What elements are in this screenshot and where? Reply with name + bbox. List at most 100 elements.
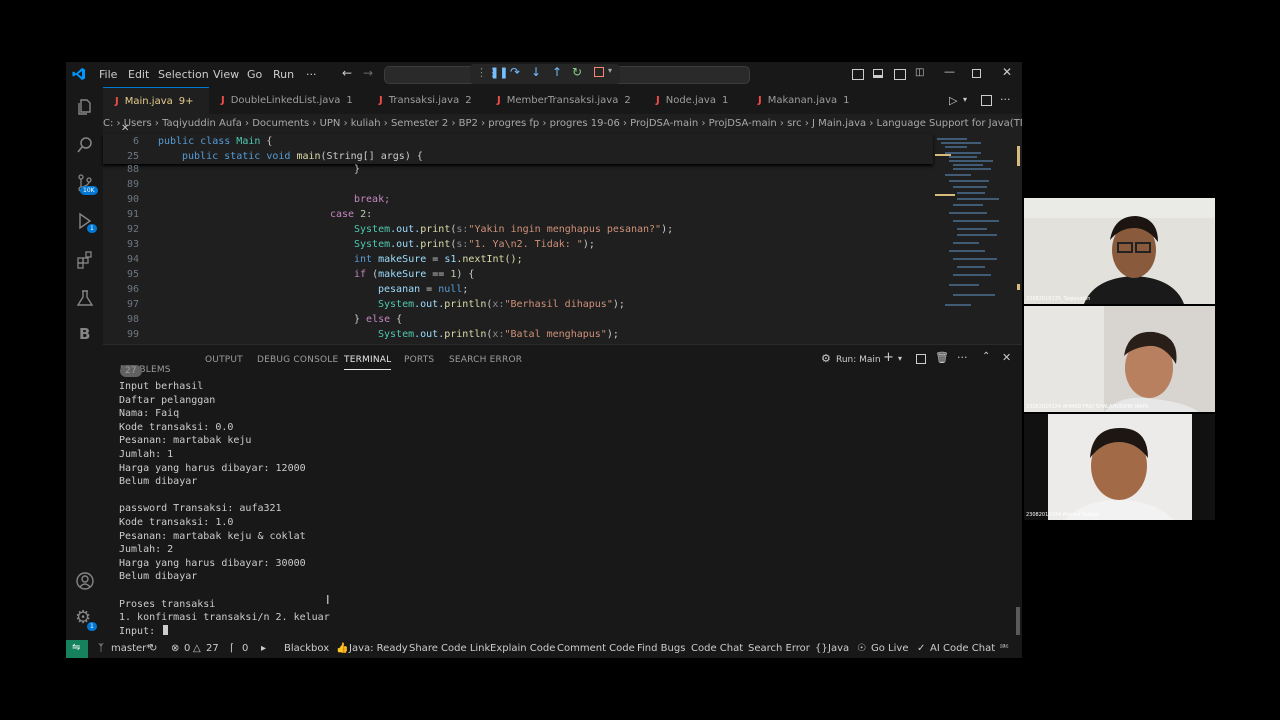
line-number: 98 xyxy=(126,314,139,325)
status-find-bugs[interactable]: Find Bugs xyxy=(637,643,685,654)
split-editor-icon[interactable] xyxy=(981,95,992,106)
testing-flask-icon[interactable] xyxy=(75,288,95,308)
line-number: 90 xyxy=(126,194,139,205)
run-gear-icon[interactable]: ⚙ xyxy=(821,352,831,365)
menu-selection[interactable]: Selection xyxy=(158,68,209,81)
back-arrow-icon[interactable]: ← xyxy=(342,66,352,80)
java-file-icon: J xyxy=(758,95,762,106)
error-count[interactable]: 0 xyxy=(184,643,190,654)
terminal-line: Proses transaksi xyxy=(119,598,216,610)
blackbox-icon[interactable]: B xyxy=(79,325,90,343)
terminal-line: Kode transaksi: 0.0 xyxy=(119,421,234,433)
remote-indicator[interactable]: ⇋ xyxy=(66,640,88,658)
code-line: public class Main { xyxy=(158,136,273,147)
restart-icon[interactable]: ↻ xyxy=(572,65,582,79)
menu-file[interactable]: File xyxy=(99,68,117,81)
branch-status[interactable]: master* xyxy=(111,643,151,654)
terminal-run-label[interactable]: Run: Main xyxy=(836,355,881,365)
menu-go[interactable]: Go xyxy=(247,68,262,81)
breadcrumb[interactable]: C: › Users › Taqiyuddin Aufa › Documents… xyxy=(103,118,1022,129)
close-window-icon[interactable]: ✕ xyxy=(1002,65,1012,79)
tab-node-java[interactable]: J Node.java 1 xyxy=(656,87,728,114)
search-icon[interactable] xyxy=(75,135,95,155)
code-line: System.out.print(s:"Yakin ingin menghapu… xyxy=(354,224,674,235)
explorer-icon[interactable] xyxy=(75,97,95,117)
errors-icon: ⊗ xyxy=(171,643,180,654)
tab-membertransaksi-java[interactable]: J MemberTransaksi.java 2 xyxy=(497,87,631,114)
warning-count[interactable]: 27 xyxy=(206,643,219,654)
step-into-icon[interactable]: ↓ xyxy=(531,65,541,79)
extensions-icon[interactable] xyxy=(75,250,95,270)
menu-more[interactable]: ··· xyxy=(306,68,317,81)
panel-more-icon[interactable]: ··· xyxy=(957,351,968,364)
tab-doublelinkedlist-java[interactable]: J DoubleLinkedList.java 1 xyxy=(221,87,353,114)
title-bar: File Edit Selection View Go Run ··· ← → … xyxy=(66,62,1022,87)
tab-search-error[interactable]: SEARCH ERROR xyxy=(449,355,522,365)
ports-count[interactable]: 0 xyxy=(242,643,248,654)
status-blackbox[interactable]: Blackbox xyxy=(284,643,329,654)
terminal-output[interactable]: Input berhasil Daftar pelanggan Nama: Faiq… xyxy=(119,381,330,639)
menu-run[interactable]: Run xyxy=(273,68,294,81)
line-number: 91 xyxy=(126,209,139,220)
terminal-line: Harga yang harus dibayar: 12000 xyxy=(119,462,306,474)
code-editor[interactable]: 6 25 88 89 90 91 92 93 94 95 96 97 98 99… xyxy=(103,134,933,344)
step-out-icon[interactable]: ↑ xyxy=(552,65,562,79)
line-number: 96 xyxy=(126,284,139,295)
split-terminal-icon[interactable] xyxy=(916,354,926,364)
status-code-chat[interactable]: Code Chat xyxy=(691,643,743,654)
line-number: 95 xyxy=(126,269,139,280)
tab-ports[interactable]: PORTS xyxy=(404,355,434,365)
more-actions-icon[interactable]: ··· xyxy=(1000,93,1011,106)
code-line: System.out.println(x:"Berhasil dihapus")… xyxy=(378,299,625,310)
status-share-code[interactable]: Share Code Link xyxy=(409,643,490,654)
line-number: 97 xyxy=(126,299,139,310)
step-over-icon[interactable]: ↷ xyxy=(510,65,520,79)
status-explain-code[interactable]: Explain Code xyxy=(490,643,555,654)
stop-icon[interactable] xyxy=(594,67,604,77)
tab-terminal[interactable]: TERMINAL xyxy=(344,355,392,370)
terminal-dropdown-icon[interactable]: ▾ xyxy=(898,354,902,363)
line-number: 93 xyxy=(126,239,139,250)
status-java-ready[interactable]: Java: Ready xyxy=(349,643,408,654)
tab-debug-console[interactable]: DEBUG CONSOLE xyxy=(257,355,338,365)
close-panel-icon[interactable]: ✕ xyxy=(1002,351,1011,364)
terminal-line: Jumlah: 1 xyxy=(119,448,174,460)
debug-run-icon[interactable]: ▸ xyxy=(261,643,266,654)
status-language[interactable]: Java xyxy=(828,643,849,654)
participant-person-2 xyxy=(1024,306,1215,412)
maximize-panel-icon[interactable]: ⌃ xyxy=(982,351,990,362)
restore-icon[interactable] xyxy=(972,69,981,78)
status-comment-code[interactable]: Comment Code xyxy=(557,643,635,654)
sync-icon[interactable]: ↻ xyxy=(149,643,157,654)
notifications-bell-icon[interactable]: ⎃ xyxy=(1000,643,1008,654)
tab-transaksi-java[interactable]: J Transaksi.java 2 xyxy=(379,87,472,114)
account-icon[interactable] xyxy=(75,571,95,591)
run-file-icon[interactable]: ▷ xyxy=(949,94,957,107)
terminal-scrollbar[interactable] xyxy=(1016,607,1020,635)
customize-layout-icon[interactable]: ◫ xyxy=(915,67,924,78)
terminal-line: Pesanan: martabak keju xyxy=(119,435,252,447)
toggle-secondary-sidebar-icon[interactable] xyxy=(894,69,906,80)
line-number: 99 xyxy=(126,329,139,340)
tab-output[interactable]: OUTPUT xyxy=(205,355,243,365)
stop-dropdown-icon[interactable]: ▾ xyxy=(608,66,612,75)
forward-arrow-icon[interactable]: → xyxy=(363,66,373,80)
tab-makanan-java[interactable]: J Makanan.java 1 xyxy=(758,87,850,114)
menu-edit[interactable]: Edit xyxy=(128,68,149,81)
minimize-icon[interactable]: — xyxy=(944,65,955,78)
minimap[interactable] xyxy=(933,134,1022,344)
status-search-error[interactable]: Search Error xyxy=(748,643,810,654)
pause-icon[interactable]: ❚❚ xyxy=(490,66,508,79)
toggle-sidebar-icon[interactable] xyxy=(852,69,864,80)
warning-icon: △ xyxy=(193,643,201,654)
status-go-live[interactable]: Go Live xyxy=(871,643,908,654)
code-line: } else { xyxy=(354,314,403,325)
menu-view[interactable]: View xyxy=(213,68,239,81)
status-ai-code-chat[interactable]: AI Code Chat xyxy=(930,643,995,654)
run-dropdown-icon[interactable]: ▾ xyxy=(963,95,967,104)
trash-icon[interactable]: 🗑 xyxy=(935,351,949,364)
source-control-badge: 10K xyxy=(80,186,98,195)
new-terminal-icon[interactable]: + xyxy=(883,350,894,365)
tab-main-java[interactable]: J Main.java 9+ ✕ xyxy=(103,87,209,134)
toggle-panel-icon[interactable] xyxy=(873,69,883,78)
